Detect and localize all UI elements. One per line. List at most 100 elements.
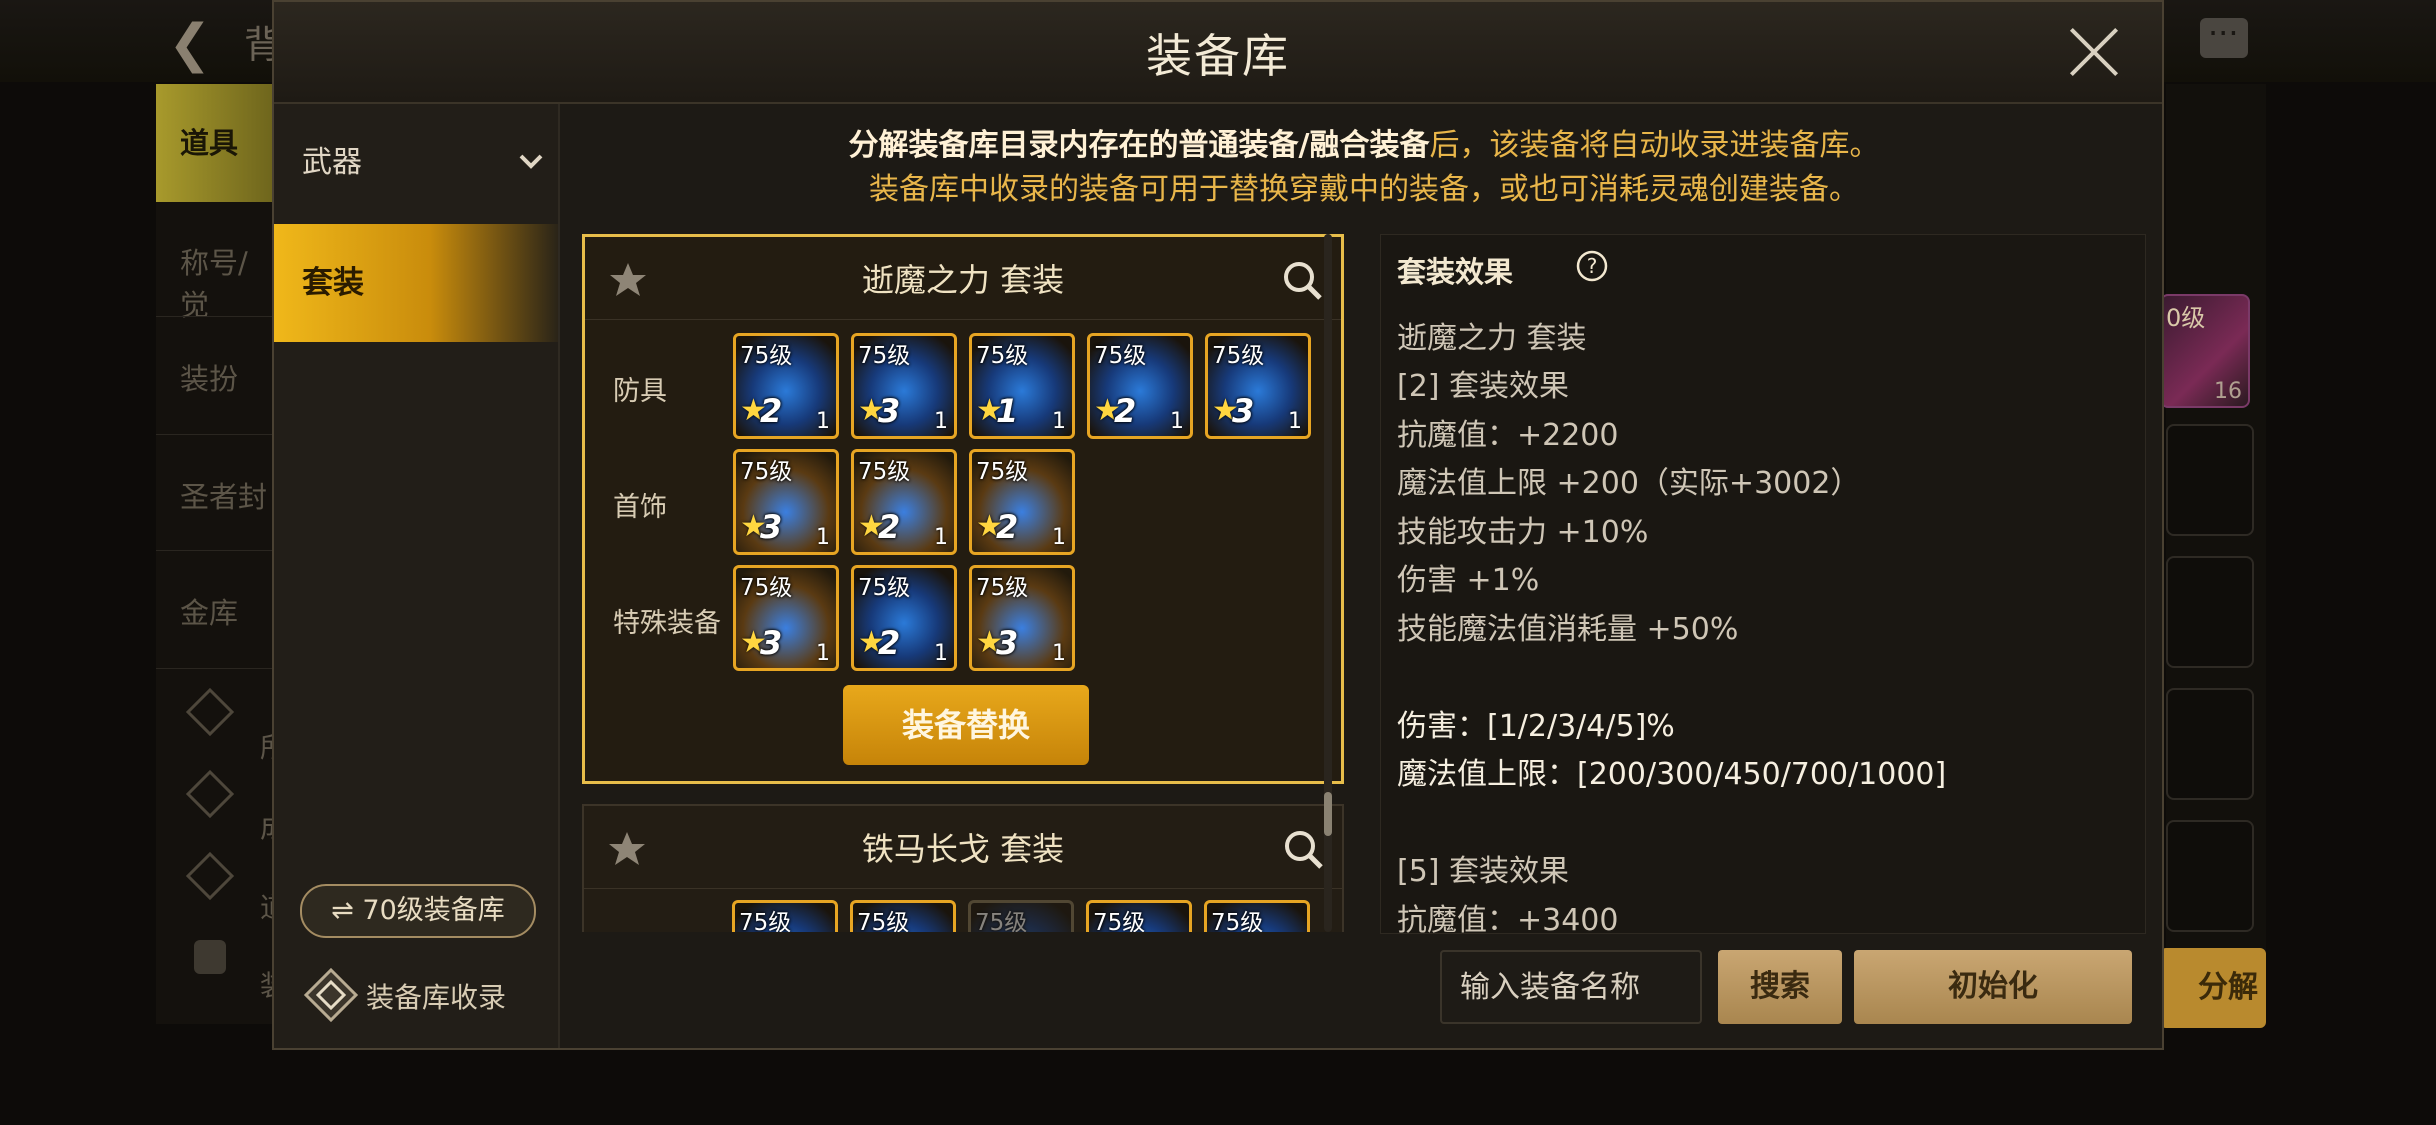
reset-button[interactable]: 初始化 [1854,950,2132,1024]
item-level: 75级 [1094,343,1147,369]
modal-header: 装备库 [274,2,2162,104]
category-weapon[interactable]: 武器 [274,104,558,222]
effect-line: 抗魔值：+2200 [1397,418,1619,453]
item-level: 75级 [858,459,911,485]
row-label-accessory: 首饰 [613,492,667,523]
level-library-switch-button[interactable]: ⇌ 70级装备库 [300,884,536,938]
item-level: 75级 [1093,910,1146,932]
notice-line-2: 装备库中收录的装备可用于替换穿戴中的装备，或也可消耗灵魂创建装备。 [869,172,1859,207]
equipment-item[interactable]: 75级 ★ 2 1 [733,333,839,439]
equipment-item[interactable]: 75级 [1086,900,1192,932]
background-slot [2166,556,2254,668]
set-title: 铁马长戈 套装 [861,830,1065,868]
background-tab-seal: 圣者封 [180,480,268,514]
set-card[interactable]: 逝魔之力 套装 防具 75级 ★ 2 1 75级 ★ 3 1 75级 ★ 1 1… [582,234,1344,784]
set-card[interactable]: 铁马长戈 套装 75级 75级 75级 75级 75级 [582,804,1344,932]
category-set-label: 套装 [302,265,364,301]
item-level: 75级 [740,459,793,485]
effect-line: 魔法值上限 +200（实际+3002） [1397,466,1861,501]
equipment-item[interactable]: 75级 ★ 3 1 [1205,333,1311,439]
equipment-item[interactable]: 75级 ★ 3 1 [733,565,839,671]
notice-line-1: 分解装备库目录内存在的普通装备/融合装备后，该装备将自动收录进装备库。 [564,124,2164,168]
close-icon[interactable] [2066,24,2122,80]
background-slot [2166,820,2254,932]
item-grade: 2 [1114,392,1137,430]
item-count: 1 [816,641,830,666]
help-icon[interactable]: ? [1575,249,1609,283]
background-tab-avatar: 装扮 [180,362,239,396]
back-arrow-icon[interactable]: ❮ [168,14,212,74]
svg-text:?: ? [1587,254,1598,278]
thumbnail-level: 0级 [2166,304,2206,332]
equipment-item[interactable]: 75级 ★ 3 1 [851,333,957,439]
effect-line: 技能攻击力 +10% [1397,515,1649,550]
equipment-item[interactable]: 75级 [732,900,838,932]
equipment-item[interactable]: 75级 ★ 2 1 [1087,333,1193,439]
effect-line: 逝魔之力 套装 [1397,321,1587,356]
effect-line: [5] 套装效果 [1397,854,1570,889]
badge-icon [185,769,235,819]
background-decompose-button: 分解 [2160,948,2266,1028]
equipment-item[interactable]: 75级 [850,900,956,932]
thumbnail-count: 16 [2214,379,2242,404]
library-collection-button[interactable]: 装备库收录 [302,966,552,1026]
background-item-thumbnail: 0级 16 [2160,294,2250,408]
divider [156,316,276,317]
modal-title: 装备库 [1146,29,1290,83]
background-slot [2166,688,2254,800]
background-tab-vault: 金库 [180,596,239,630]
equipment-item[interactable]: 75级 ★ 2 1 [969,449,1075,555]
item-level: 75级 [1211,910,1264,932]
background-tab-items: 道具 [156,84,276,202]
item-level: 75级 [857,910,910,932]
effect-line: 抗魔值：+3400 [1397,903,1619,934]
equipment-swap-button[interactable]: 装备替换 [843,685,1089,765]
item-grade: 2 [878,624,901,662]
collection-icon [303,967,359,1023]
equipment-item[interactable]: 75级 ★ 3 1 [733,449,839,555]
item-grade: 2 [878,508,901,546]
search-icon[interactable] [1282,828,1324,870]
badge-icon [185,851,235,901]
divider [156,550,276,551]
item-level: 75级 [976,575,1029,601]
item-count: 1 [816,409,830,434]
effect-line: 魔法值上限：[200/300/450/700/1000] [1397,757,1947,792]
effect-line: 技能魔法值消耗量 +50% [1397,612,1739,647]
equipment-item[interactable]: 75级 [1204,900,1310,932]
set-effect-heading: 套装效果 [1397,255,1514,289]
equipment-item[interactable]: 75级 ★ 1 1 [969,333,1075,439]
set-card-header: 逝魔之力 套装 [585,237,1341,320]
equipment-library-modal: 装备库 武器 套装 ⇌ 70级装备库 装备库收录 分解装备库目录内存在的普通装备… [272,0,2164,1050]
category-weapon-label: 武器 [302,145,362,180]
item-grade: 3 [996,624,1019,662]
equipment-item[interactable]: 75级 ★ 2 1 [851,449,957,555]
item-count: 1 [934,409,948,434]
set-list-scrollbar-thumb[interactable] [1324,792,1332,836]
item-grade: 3 [760,508,783,546]
equipment-item[interactable]: 75级 [968,900,1074,932]
item-count: 1 [934,641,948,666]
divider [156,668,276,669]
item-count: 1 [934,525,948,550]
item-count: 1 [1288,409,1302,434]
item-grade: 3 [1232,392,1255,430]
category-set[interactable]: 套装 [274,224,558,342]
item-count: 1 [1052,641,1066,666]
item-grade: 3 [760,624,783,662]
divider [156,434,276,435]
row-label-armor: 防具 [613,376,667,407]
chat-icon[interactable] [2200,14,2248,58]
item-level: 75级 [1212,343,1265,369]
set-card-header: 铁马长戈 套装 [584,806,1342,889]
set-title: 逝魔之力 套装 [861,261,1065,299]
search-button[interactable]: 搜索 [1718,950,1842,1024]
effect-line: 伤害 +1% [1397,563,1540,598]
equipment-item[interactable]: 75级 ★ 3 1 [969,565,1075,671]
armor-icon [194,940,226,974]
notice-highlight: 分解装备库目录内存在的普通装备/融合装备 [848,128,1430,163]
item-grade: 2 [996,508,1019,546]
search-icon[interactable] [1281,259,1323,301]
equipment-name-search-input[interactable] [1440,950,1702,1024]
equipment-item[interactable]: 75级 ★ 2 1 [851,565,957,671]
